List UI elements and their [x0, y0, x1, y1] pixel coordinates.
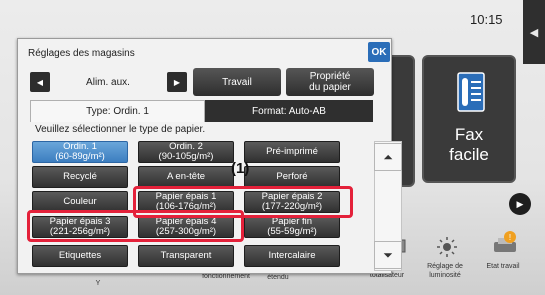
highlight-frame-lower	[27, 210, 244, 242]
arrow-right-icon: ▶	[173, 77, 181, 87]
fax-facile-tile[interactable]: Fax facile	[422, 55, 516, 183]
fax-facile-label: Fax facile	[449, 125, 489, 164]
tray-name: Alim. aux.	[86, 77, 130, 88]
paper-type-button[interactable]: Pré-imprimé	[244, 141, 340, 163]
paper-type-button[interactable]: Papier fin (55-59g/m²)	[244, 216, 340, 238]
previous-tray-button[interactable]: ◀	[30, 72, 50, 92]
paper-type-button[interactable]: Transparent	[138, 245, 234, 267]
scroll-up-button[interactable]: ⏶	[374, 143, 402, 171]
job-button[interactable]: Travail	[193, 68, 281, 96]
job-status-icon: !	[494, 231, 516, 252]
tab-paper-format[interactable]: Format: Auto-AB	[205, 100, 373, 122]
fax-icon	[457, 72, 485, 112]
scroll-down-button[interactable]: ⏷	[374, 241, 402, 269]
chevron-left-icon: ◀	[529, 26, 539, 39]
touch-panel-screen: 10:15 ◀ Fax facile ▶ ! fonctionnement ét…	[0, 0, 545, 295]
side-panel-tab[interactable]: ◀	[523, 0, 545, 64]
instruction-text: Veuillez sélectionner le type de papier.	[35, 124, 206, 135]
paper-type-button[interactable]: A en-tête	[138, 166, 234, 188]
clock: 10:15	[470, 12, 503, 27]
brightness-icon	[437, 237, 457, 257]
double-chevron-up-icon: ⏶	[383, 149, 393, 164]
paper-type-button[interactable]: Ordin. 1 (60-89g/m²)	[32, 141, 128, 163]
paper-type-button[interactable]: Perforé	[244, 166, 340, 188]
tab-paper-type[interactable]: Type: Ordin. 1	[30, 100, 205, 122]
double-chevron-down-icon: ⏷	[383, 247, 393, 262]
next-page-button[interactable]: ▶	[509, 193, 531, 215]
paper-property-button[interactable]: Propriété du papier	[286, 68, 374, 96]
paper-type-button[interactable]: Ordin. 2 (90-105g/m²)	[138, 141, 234, 163]
svg-text:!: !	[509, 233, 511, 242]
ok-button[interactable]: OK	[368, 42, 390, 62]
paper-type-button[interactable]: Recyclé	[32, 166, 128, 188]
dialog-title: Réglages des magasins	[28, 48, 135, 59]
brightness-label: Réglage de luminosité	[427, 263, 463, 279]
paper-type-button[interactable]: Intercalaire	[244, 245, 340, 267]
next-tray-button[interactable]: ▶	[167, 72, 187, 92]
callout-label: (1)	[231, 160, 250, 177]
play-icon: ▶	[516, 198, 524, 209]
paper-type-button[interactable]: Etiquettes	[32, 245, 128, 267]
arrow-left-icon: ◀	[36, 77, 44, 87]
toner-y-label: Y	[95, 280, 101, 287]
job-status-label: Etat travail	[486, 263, 520, 270]
